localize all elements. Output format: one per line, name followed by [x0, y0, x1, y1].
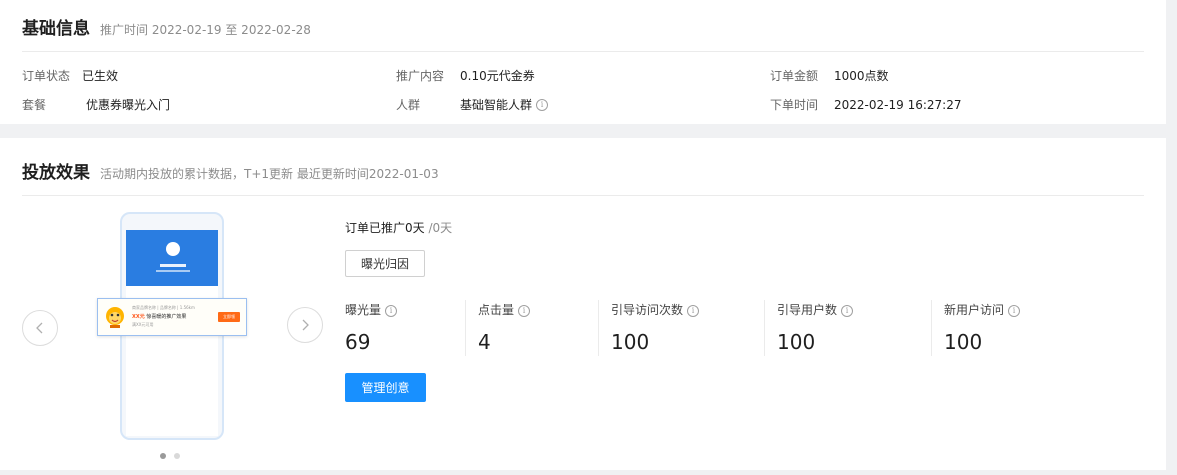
metric-divider — [598, 300, 599, 356]
field-label: 订单金额 — [770, 69, 819, 83]
field-order-time: 下单时间 2022-02-19 16:27:27 — [770, 96, 961, 113]
metric-visits: 引导访问次数 i 100 — [611, 301, 700, 354]
coupon-amount: XX元 — [132, 314, 145, 320]
effect-update-note: 活动期内投放的累计数据，T+1更新 最近更新时间2022-01-03 — [100, 167, 439, 181]
metric-divider — [764, 300, 765, 356]
metric-value: 100 — [944, 330, 983, 354]
effect-title: 投放效果 — [22, 163, 90, 183]
field-promo-content: 推广内容 0.10元代金券 — [396, 67, 535, 84]
field-label: 推广内容 — [396, 69, 445, 83]
field-label: 人群 — [396, 98, 421, 112]
metric-label: 曝光量 i — [345, 301, 398, 318]
divider — [22, 195, 1144, 196]
metric-users: 引导用户数 i 100 — [777, 301, 854, 354]
carousel-dot[interactable] — [160, 453, 166, 459]
field-value: 0.10元代金券 — [460, 69, 535, 83]
metric-exposure: 曝光量 i 69 — [345, 301, 398, 354]
metric-value: 100 — [777, 330, 816, 354]
field-package: 套餐 优惠券曝光入门 — [22, 96, 170, 113]
promotion-days-total: /0天 — [428, 221, 453, 235]
carousel-prev-button[interactable] — [22, 310, 58, 346]
phone-header — [126, 230, 218, 286]
info-circle-icon[interactable]: i — [518, 304, 531, 317]
chevron-right-icon — [302, 319, 309, 331]
metric-value: 100 — [611, 330, 650, 354]
coupon-store-line: 商家品牌名称 | 品牌名称 | 1.56km — [132, 305, 195, 310]
coupon-main-line: XX元 惊喜暖的推广效果 — [132, 313, 186, 320]
placeholder-bar — [160, 264, 186, 267]
divider — [22, 51, 1144, 52]
coupon-title: 惊喜暖的推广效果 — [146, 314, 187, 320]
coupon-condition: 满XX元可用 — [132, 322, 154, 327]
carousel-next-button[interactable] — [287, 307, 323, 343]
metric-divider — [465, 300, 466, 356]
metric-value: 4 — [478, 330, 491, 354]
metric-label: 点击量 i — [478, 301, 531, 318]
field-value: 2022-02-19 16:27:27 — [834, 97, 962, 112]
field-label: 套餐 — [22, 98, 47, 112]
field-value: 已生效 — [82, 69, 119, 83]
metric-clicks: 点击量 i 4 — [478, 301, 531, 354]
carousel-dots — [160, 453, 180, 459]
promotion-days: 订单已推广0天 /0天 — [345, 219, 452, 236]
info-circle-icon[interactable]: i — [536, 98, 549, 111]
field-value: 优惠券曝光入门 — [86, 98, 171, 112]
promotion-days-text: 订单已推广0天 — [345, 221, 425, 235]
chevron-left-icon — [36, 322, 43, 334]
info-circle-icon[interactable]: i — [1008, 304, 1021, 317]
field-order-status: 订单状态 已生效 — [22, 67, 118, 84]
metric-value: 69 — [345, 330, 371, 354]
info-circle-icon[interactable]: i — [385, 304, 398, 317]
coupon-claim-button: 立即领 — [218, 312, 240, 322]
promotion-period: 推广时间 2022-02-19 至 2022-02-28 — [100, 23, 311, 37]
field-label: 订单状态 — [22, 69, 71, 83]
basic-info-header: 基础信息 推广时间 2022-02-19 至 2022-02-28 — [22, 14, 311, 39]
brand-mascot-icon — [106, 307, 124, 328]
basic-info-title: 基础信息 — [22, 19, 90, 39]
placeholder-bar — [156, 270, 190, 272]
coupon-preview: 商家品牌名称 | 品牌名称 | 1.56km XX元 惊喜暖的推广效果 满XX元… — [97, 298, 247, 336]
info-circle-icon[interactable]: i — [687, 304, 700, 317]
basic-info-card: 基础信息 推广时间 2022-02-19 至 2022-02-28 订单状态 已… — [0, 0, 1166, 124]
carousel-dot[interactable] — [174, 453, 180, 459]
metric-new-users: 新用户访问 i 100 — [944, 301, 1021, 354]
metric-label: 新用户访问 i — [944, 301, 1021, 318]
metric-label: 引导用户数 i — [777, 301, 854, 318]
metric-label: 引导访问次数 i — [611, 301, 700, 318]
field-audience: 人群 基础智能人群 i — [396, 96, 549, 113]
effect-header: 投放效果 活动期内投放的累计数据，T+1更新 最近更新时间2022-01-03 — [22, 158, 439, 183]
exposure-attribution-button[interactable]: 曝光归因 — [345, 250, 425, 277]
metric-divider — [931, 300, 932, 356]
field-value: 1000点数 — [834, 69, 889, 83]
field-value: 基础智能人群 — [460, 98, 533, 112]
manage-creative-button[interactable]: 管理创意 — [345, 373, 426, 402]
info-circle-icon[interactable]: i — [841, 304, 854, 317]
field-order-amount: 订单金额 1000点数 — [770, 67, 889, 84]
avatar — [166, 242, 180, 256]
field-label: 下单时间 — [770, 98, 819, 112]
